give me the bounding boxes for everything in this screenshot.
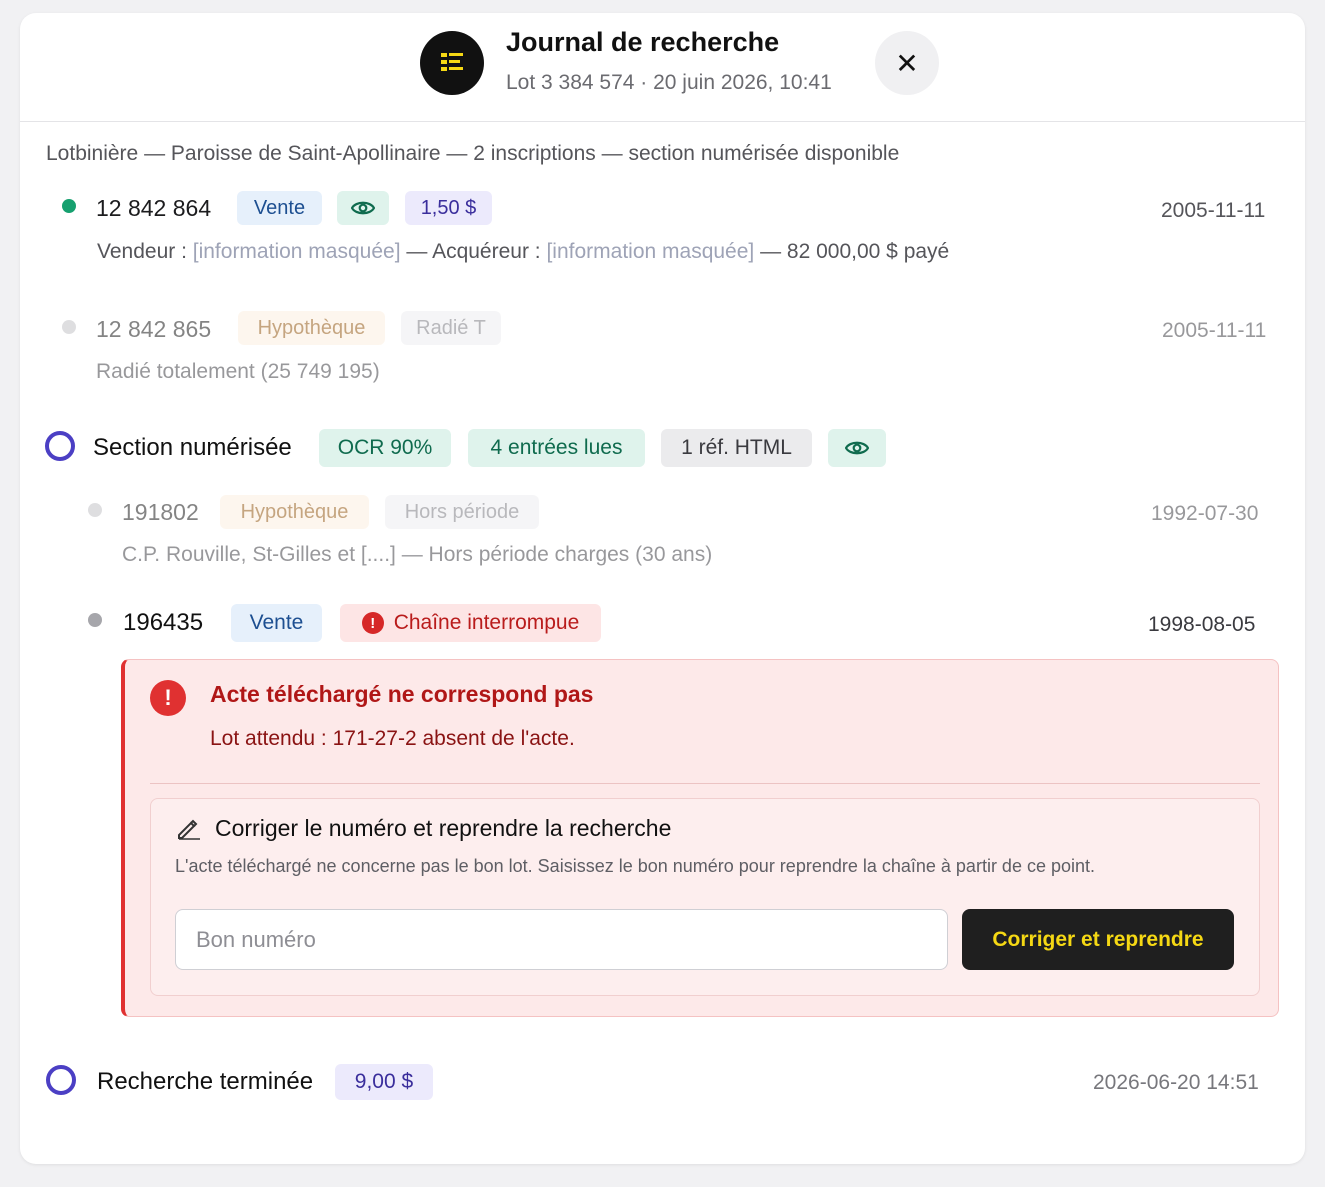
registration-number[interactable]: 12 842 864 [96,195,211,222]
page-title: Journal de recherche [506,27,780,57]
total-price-badge: 9,00 $ [335,1064,433,1100]
eye-icon [351,201,375,215]
entry-detail: C.P. Rouville, St-Gilles et [....] — Hor… [122,543,713,566]
entry-date: 1992-07-30 [1151,502,1259,525]
page-subtitle: Lot 3 384 574 · 20 juin 2026, 10:41 [506,71,832,94]
entry-date: 2005-11-11 [1162,319,1267,342]
close-button[interactable]: ✕ [875,31,939,95]
completion-title: Recherche terminée [97,1068,314,1095]
type-badge: Vente [237,191,322,225]
close-icon: ✕ [895,47,919,79]
search-summary: Lotbinière — Paroisse de Saint-Apollinai… [46,142,900,165]
registration-number[interactable]: 191802 [122,499,199,526]
error-divider [150,783,1260,784]
completion-ring-icon [46,1065,76,1095]
list-icon [420,31,484,95]
completion-date: 2026-06-20 14:51 [1093,1071,1259,1094]
chain-broken-label: Chaîne interrompue [393,611,580,634]
section-title: Section numérisée [93,434,292,461]
status-badge: Radié T [401,311,501,345]
seller-label: Vendeur : [97,240,187,263]
entry-detail: Radié totalement (25 749 195) [96,360,380,383]
status-dot-pending [88,613,102,627]
section-ring-icon [45,431,75,461]
correction-title: Corriger le numéro et reprendre la reche… [215,815,672,841]
status-dot-inactive [62,320,76,334]
html-ref-badge[interactable]: 1 réf. HTML [661,429,812,467]
correction-description: L'acte téléchargé ne concerne pas le bon… [175,856,1096,876]
correct-number-input[interactable] [175,909,948,970]
entry-date: 2005-11-11 [1161,199,1266,222]
search-log-panel: Journal de recherche Lot 3 384 574 · 20 … [20,13,1305,1164]
error-title: Acte téléchargé ne correspond pas [210,681,594,707]
seller-value: [information masquée] [192,240,401,263]
correct-and-resume-button[interactable]: Corriger et reprendre [962,909,1234,970]
alert-icon: ! [361,612,384,634]
view-document-button[interactable] [337,191,389,225]
type-badge: Vente [231,604,322,642]
detail-separator: — [406,240,428,263]
entry-date: 1998-08-05 [1148,613,1256,636]
type-badge: Hypothèque [220,495,369,529]
entry-detail: Vendeur : [information masquée] — Acquér… [97,240,949,264]
status-dot-inactive [88,503,102,517]
registration-number[interactable]: 12 842 865 [96,316,211,343]
error-message: Lot attendu : 171-27-2 absent de l'acte. [210,727,575,750]
registration-number[interactable]: 196435 [123,609,203,637]
panel-header: Journal de recherche Lot 3 384 574 · 20 … [20,13,1305,122]
eye-icon [845,441,869,455]
amount-paid: — 82 000,00 $ payé [760,240,950,263]
chain-broken-badge: ! Chaîne interrompue [340,604,601,642]
entries-read-badge: 4 entrées lues [468,429,645,467]
type-badge: Hypothèque [238,311,385,345]
buyer-value: [information masquée] [546,240,755,263]
view-section-button[interactable] [828,429,886,467]
status-badge: Hors période [385,495,539,529]
buyer-label: Acquéreur : [432,240,541,263]
pencil-icon [176,818,202,845]
status-dot-active [62,199,76,213]
alert-icon: ! [150,680,186,716]
price-badge: 1,50 $ [405,191,492,225]
ocr-badge: OCR 90% [319,429,451,467]
